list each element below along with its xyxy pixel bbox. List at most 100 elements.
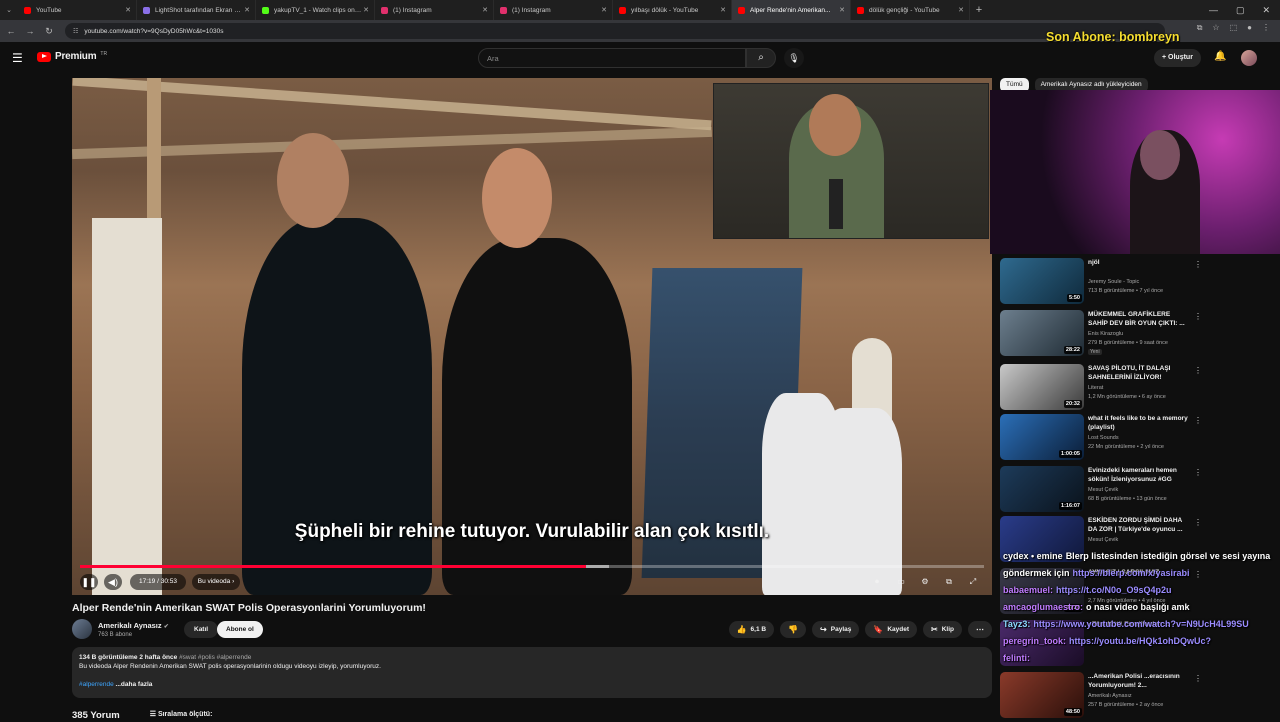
url-field[interactable]: ☷ youtube.com/watch?v=9QsDyD05hWc&t=1030… (65, 23, 1165, 39)
dislike-button[interactable]: 👎 (780, 621, 807, 638)
back-icon[interactable]: ← (3, 26, 19, 36)
browser-tab[interactable]: (1) Instagram ✕ (494, 0, 613, 20)
more-vert-icon[interactable]: ⋮ (1194, 416, 1202, 425)
share-button[interactable]: ↪ Paylaş (812, 621, 860, 638)
chat-text: https://blerp.com/x/yasirabi (1072, 568, 1190, 578)
recommendation-title[interactable]: SAVAŞ PİLOTU, İT DALAŞI SAHNELERİNİ İZLİ… (1088, 364, 1188, 382)
forward-icon[interactable]: → (22, 26, 38, 36)
more-vert-icon[interactable]: ⋮ (1194, 260, 1202, 269)
recommendation-channel[interactable]: Lost Sounds (1088, 435, 1119, 441)
channel-name[interactable]: Amerikalı Aynasız ✔ (98, 621, 169, 630)
search-input[interactable]: Ara (478, 48, 746, 68)
browser-tab[interactable]: LightShot tarafından Ekran Gör... ✕ (137, 0, 256, 20)
settings-gear-icon[interactable]: ⚙ (916, 574, 934, 590)
recommendation-item[interactable]: 1:00:05 what it feels like to be a memory… (1000, 414, 1280, 464)
save-button[interactable]: 🔖 Kaydet (865, 621, 918, 638)
recommendation-title[interactable]: Evinizdeki kameraları hemen sökün! İzlen… (1088, 466, 1188, 484)
like-button[interactable]: 👍 6,1 B (728, 621, 775, 638)
sort-button[interactable]: ☰ Sıralama ölçütü: (150, 710, 213, 721)
channel-avatar[interactable] (72, 619, 92, 639)
recommendation-channel[interactable]: Mesut Çevik (1088, 487, 1118, 493)
minimize-icon[interactable]: — (1209, 5, 1218, 15)
tab-close-icon[interactable]: ✕ (482, 6, 488, 14)
description-hashtag[interactable]: #alperrende (79, 681, 114, 688)
browser-tab[interactable]: (1) Instagram ✕ (375, 0, 494, 20)
autoplay-toggle-icon[interactable]: ⏺ (868, 574, 886, 590)
recommendation-channel[interactable]: Jeremy Soule - Topic (1088, 279, 1139, 285)
recommendation-channel[interactable]: Literat (1088, 385, 1103, 391)
site-info-icon[interactable]: ☷ (73, 28, 78, 35)
browser-tab[interactable]: dölük gençliği - YouTube ✕ (851, 0, 970, 20)
recommendation-item[interactable]: 28:22 MÜKEMMEL GRAFİKLERE SAHİP DEV BİR O… (1000, 310, 1280, 360)
video-actions: 👍 6,1 B 👎 ↪ Paylaş 🔖 Kaydet ✂ Klip ⋯ (728, 621, 992, 638)
profile-icon[interactable]: ● (1247, 23, 1252, 33)
browser-tab[interactable]: Alper Rende'nin Amerikan... ✕ (732, 0, 851, 20)
reload-icon[interactable]: ↻ (41, 26, 57, 37)
account-avatar[interactable] (1241, 50, 1257, 66)
recommendation-thumbnail[interactable]: 20:32 (1000, 364, 1084, 410)
recommendation-title[interactable]: MÜKEMMEL GRAFİKLERE SAHİP DEV BİR OYUN Ç… (1088, 310, 1188, 328)
miniplayer-icon[interactable]: ⧉ (940, 574, 958, 590)
chat-username: göndermek için (1003, 568, 1070, 578)
recommendation-title[interactable]: what it feels like to be a memory (playl… (1088, 414, 1188, 432)
recommendation-item[interactable]: 1:16:07 Evinizdeki kameraları hemen sökün… (1000, 466, 1280, 516)
chapter-button[interactable]: Bu videoda › (192, 574, 240, 590)
recommendation-item[interactable]: 5:50 njöl Jeremy Soule - Topic 713 B görünt… (1000, 258, 1280, 308)
recommendation-item[interactable]: 20:32 SAVAŞ PİLOTU, İT DALAŞI SAHNELERİNİ… (1000, 364, 1280, 414)
more-vert-icon[interactable]: ⋮ (1194, 366, 1202, 375)
tab-close-icon[interactable]: ✕ (244, 6, 250, 14)
install-icon[interactable]: ⧉ (1197, 23, 1203, 33)
recommendation-title[interactable]: ESKİDEN ZORDU ŞİMDİ DAHA DA ZOR | Türkiy… (1088, 516, 1188, 534)
tab-title: LightShot tarafından Ekran Gör... (155, 6, 243, 14)
maximize-icon[interactable]: ▢ (1236, 5, 1245, 16)
tab-close-icon[interactable]: ✕ (839, 6, 845, 14)
clip-button[interactable]: ✂ Klip (923, 621, 962, 638)
chat-username: Tayz3: (1003, 619, 1031, 629)
more-vert-icon[interactable]: ⋮ (1194, 312, 1202, 321)
video-player[interactable]: Şüpheli bir rehine tutuyor. Vurulabilir … (72, 78, 992, 595)
search-icon[interactable]: ⌕ (746, 48, 776, 68)
description-box[interactable]: 134 B görüntüleme 2 hafta önce #swat #po… (72, 647, 992, 698)
notifications-bell-icon[interactable]: 🔔 (1214, 51, 1226, 62)
fullscreen-icon[interactable]: ⤢ (964, 574, 982, 590)
more-vert-icon[interactable]: ⋮ (1194, 518, 1202, 527)
recommendation-channel[interactable]: Enis Kirazoglu (1088, 331, 1123, 337)
recommendation-channel[interactable]: Mesut Çevik (1088, 537, 1118, 543)
scene-beam (72, 126, 712, 160)
recommendation-title[interactable]: njöl (1088, 258, 1188, 267)
hamburger-menu-icon[interactable]: ☰ (12, 51, 23, 65)
browser-tab[interactable]: YouTube ✕ (18, 0, 137, 20)
subtitles-icon[interactable]: ▭ (892, 574, 910, 590)
pause-icon[interactable]: ❚❚ (80, 574, 98, 590)
bookmark-star-icon[interactable]: ☆ (1212, 23, 1219, 33)
youtube-premium-logo[interactable]: Premium TR (37, 51, 107, 62)
progress-bar[interactable] (80, 565, 984, 568)
tab-close-icon[interactable]: ✕ (363, 6, 369, 14)
create-button[interactable]: + Oluştur (1154, 49, 1201, 67)
tab-favicon-icon (500, 6, 507, 14)
recommendation-thumbnail[interactable]: 28:22 (1000, 310, 1084, 356)
close-window-icon[interactable]: ✕ (1262, 5, 1270, 16)
recommendation-thumbnail[interactable]: 1:16:07 (1000, 466, 1084, 512)
recommendation-thumbnail[interactable]: 5:50 (1000, 258, 1084, 304)
browser-tab[interactable]: yılbaşı dölük - YouTube ✕ (613, 0, 732, 20)
tab-search-icon[interactable]: ⌄ (0, 0, 18, 20)
show-more-button[interactable]: ...daha fazla (116, 681, 153, 688)
browser-menu-icon[interactable]: ⋮ (1262, 23, 1270, 33)
recommendation-thumbnail[interactable]: 1:00:05 (1000, 414, 1084, 460)
join-button[interactable]: Katıl (184, 621, 219, 638)
subscribe-button[interactable]: Abone ol (217, 621, 263, 638)
microphone-icon[interactable]: 🎙 (784, 48, 804, 68)
like-count: 6,1 B (750, 626, 767, 633)
tab-close-icon[interactable]: ✕ (125, 6, 131, 14)
extensions-icon[interactable]: ⬚ (1230, 23, 1238, 33)
more-vert-icon[interactable]: ⋮ (1194, 468, 1202, 477)
tab-close-icon[interactable]: ✕ (958, 6, 964, 14)
new-tab-button[interactable]: + (970, 4, 988, 16)
tab-close-icon[interactable]: ✕ (720, 6, 726, 14)
tab-close-icon[interactable]: ✕ (601, 6, 607, 14)
tab-title: dölük gençliği - YouTube (869, 6, 940, 14)
more-actions-button[interactable]: ⋯ (968, 621, 992, 638)
browser-tab[interactable]: yakupTV_1 - Watch clips on Ki... ✕ (256, 0, 375, 20)
volume-icon[interactable]: ◀) (104, 574, 122, 590)
